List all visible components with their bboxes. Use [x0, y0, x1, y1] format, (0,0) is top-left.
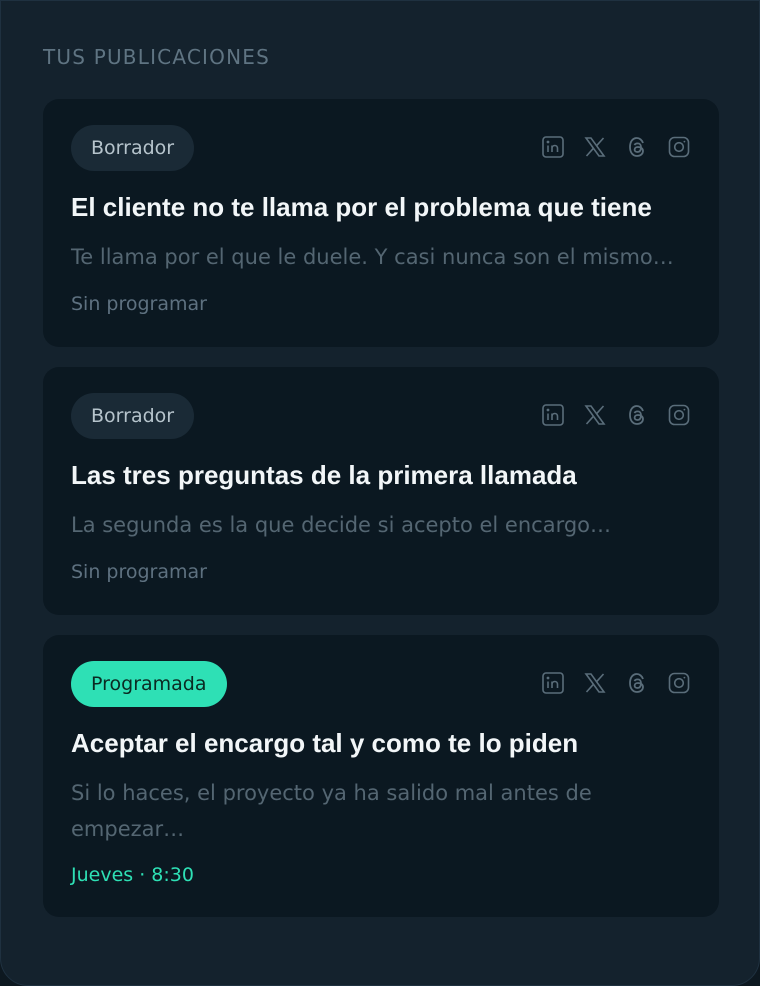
schedule-status: Sin programar [71, 293, 207, 315]
publications-panel: TUS PUBLICACIONES Borrador El cliente no… [0, 0, 760, 986]
threads-icon[interactable] [625, 135, 649, 159]
x-icon[interactable] [583, 403, 607, 427]
platform-icons [541, 403, 691, 427]
post-excerpt: La segunda es la que decide si acepto el… [71, 513, 612, 537]
platform-icons [541, 671, 691, 695]
x-icon[interactable] [583, 135, 607, 159]
linkedin-icon[interactable] [541, 403, 565, 427]
post-title: El cliente no te llama por el problema q… [71, 192, 652, 222]
schedule-status: Jueves · 8:30 [71, 864, 194, 886]
status-badge: Borrador [71, 393, 195, 439]
instagram-icon[interactable] [667, 135, 691, 159]
threads-icon[interactable] [625, 403, 649, 427]
post-card[interactable]: Programada Aceptar el encargo tal y como… [43, 635, 719, 917]
post-card[interactable]: Borrador [43, 99, 719, 347]
post-excerpt: Si lo haces, el proyecto ya ha salido ma… [71, 781, 592, 841]
platform-icons [541, 135, 691, 159]
linkedin-icon[interactable] [541, 671, 565, 695]
linkedin-icon[interactable] [541, 135, 565, 159]
post-title: Aceptar el encargo tal y como te lo pide… [71, 728, 579, 758]
threads-icon[interactable] [625, 671, 649, 695]
post-title: Las tres preguntas de la primera llamada [71, 460, 577, 490]
instagram-icon[interactable] [667, 403, 691, 427]
post-card[interactable]: Borrador [43, 367, 719, 615]
schedule-status: Sin programar [71, 561, 207, 583]
post-excerpt: Te llama por el que le duele. Y casi nun… [71, 245, 674, 269]
status-badge: Programada [71, 661, 227, 707]
x-icon[interactable] [583, 671, 607, 695]
section-title: TUS PUBLICACIONES [43, 45, 270, 69]
status-badge: Borrador [71, 125, 195, 171]
instagram-icon[interactable] [667, 671, 691, 695]
